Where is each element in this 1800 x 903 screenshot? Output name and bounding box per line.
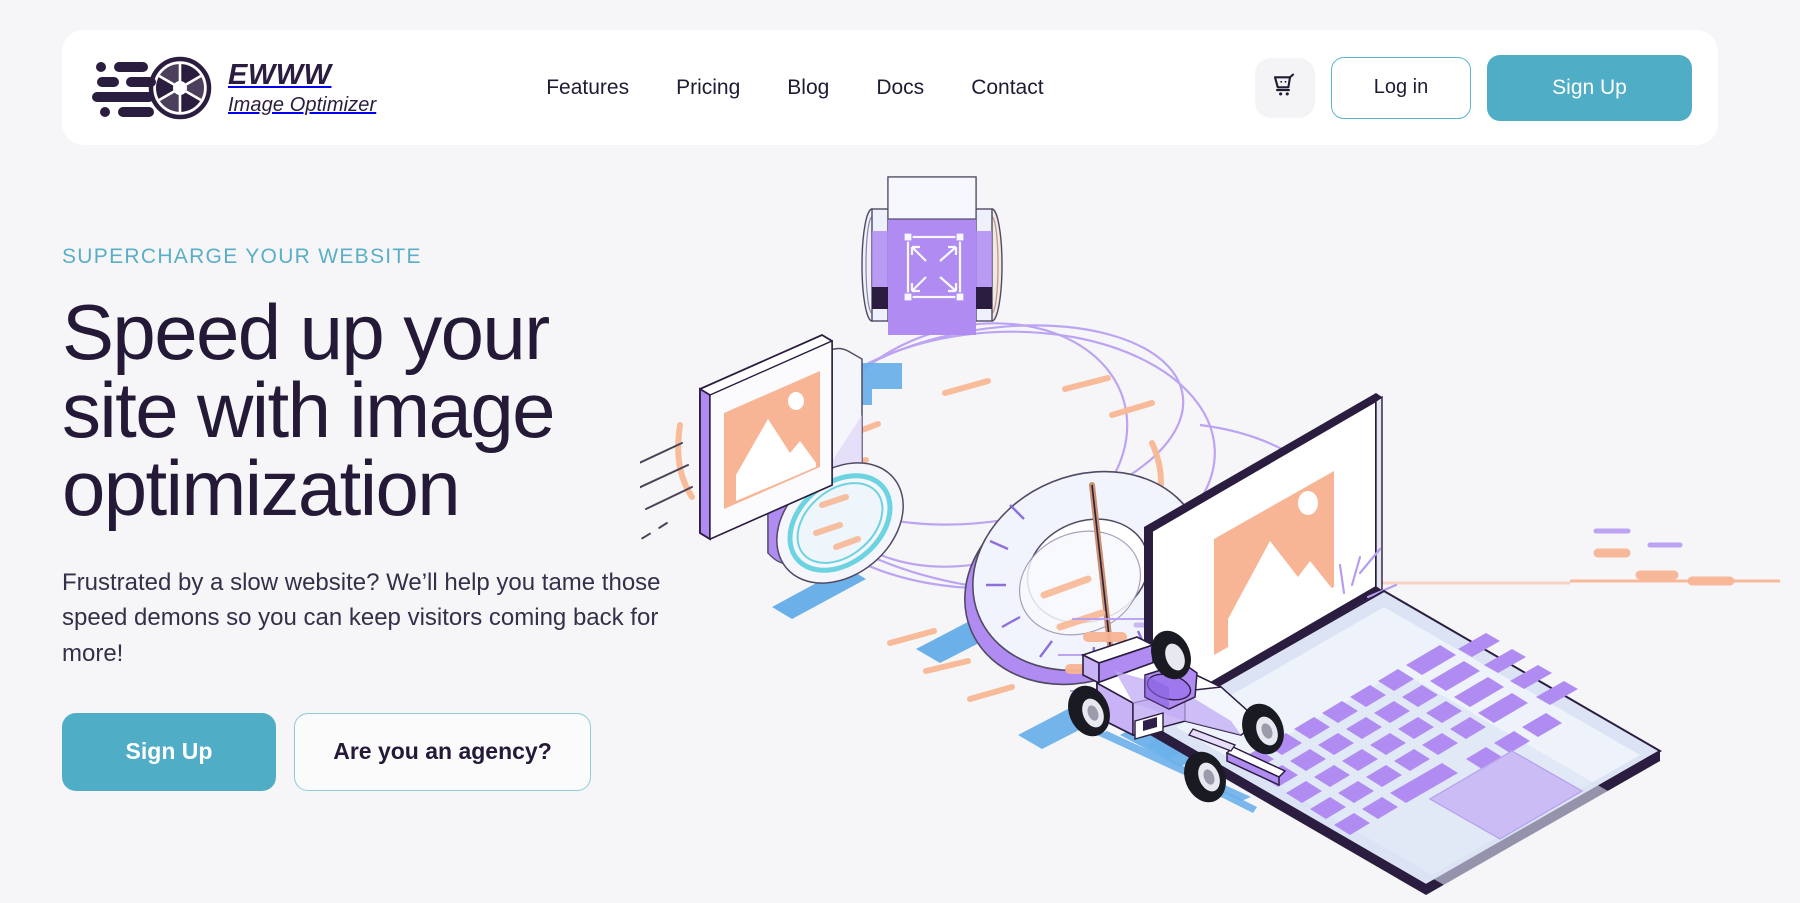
login-button[interactable]: Log in — [1331, 56, 1471, 119]
page-title: Speed up your site with image optimizati… — [62, 288, 555, 532]
nav-link-features[interactable]: Features — [546, 76, 629, 100]
hero-subtitle: Frustrated by a slow website? We’ll help… — [62, 569, 661, 667]
nav-link-blog[interactable]: Blog — [787, 76, 829, 100]
camera-aperture-speed-icon — [92, 55, 214, 121]
nav-link-pricing[interactable]: Pricing — [676, 76, 740, 100]
brand-name: EWWW — [228, 58, 332, 91]
agency-button[interactable]: Are you an agency? — [294, 712, 591, 791]
brand-tagline: Image Optimizer — [228, 93, 377, 116]
signup-button-nav[interactable]: Sign Up — [1487, 54, 1692, 121]
nav-link-contact[interactable]: Contact — [971, 76, 1043, 100]
formula-race-car-illustration — [1068, 630, 1287, 813]
cart-button[interactable] — [1255, 57, 1315, 118]
nav-actions: Log in Sign Up — [1255, 54, 1692, 121]
nav-link-docs[interactable]: Docs — [876, 76, 924, 100]
shopping-cart-icon — [1270, 71, 1300, 104]
signup-button-hero[interactable]: Sign Up — [62, 712, 276, 791]
hero-section: SUPERCHARGE YOUR WEBSITE Speed up your s… — [0, 145, 1800, 903]
top-navigation-bar: EWWW Image Optimizer Features Pricing Bl… — [62, 30, 1718, 145]
brand-logo-link[interactable]: EWWW Image Optimizer — [92, 55, 376, 121]
primary-nav-links: Features Pricing Blog Docs Contact — [546, 76, 1043, 100]
